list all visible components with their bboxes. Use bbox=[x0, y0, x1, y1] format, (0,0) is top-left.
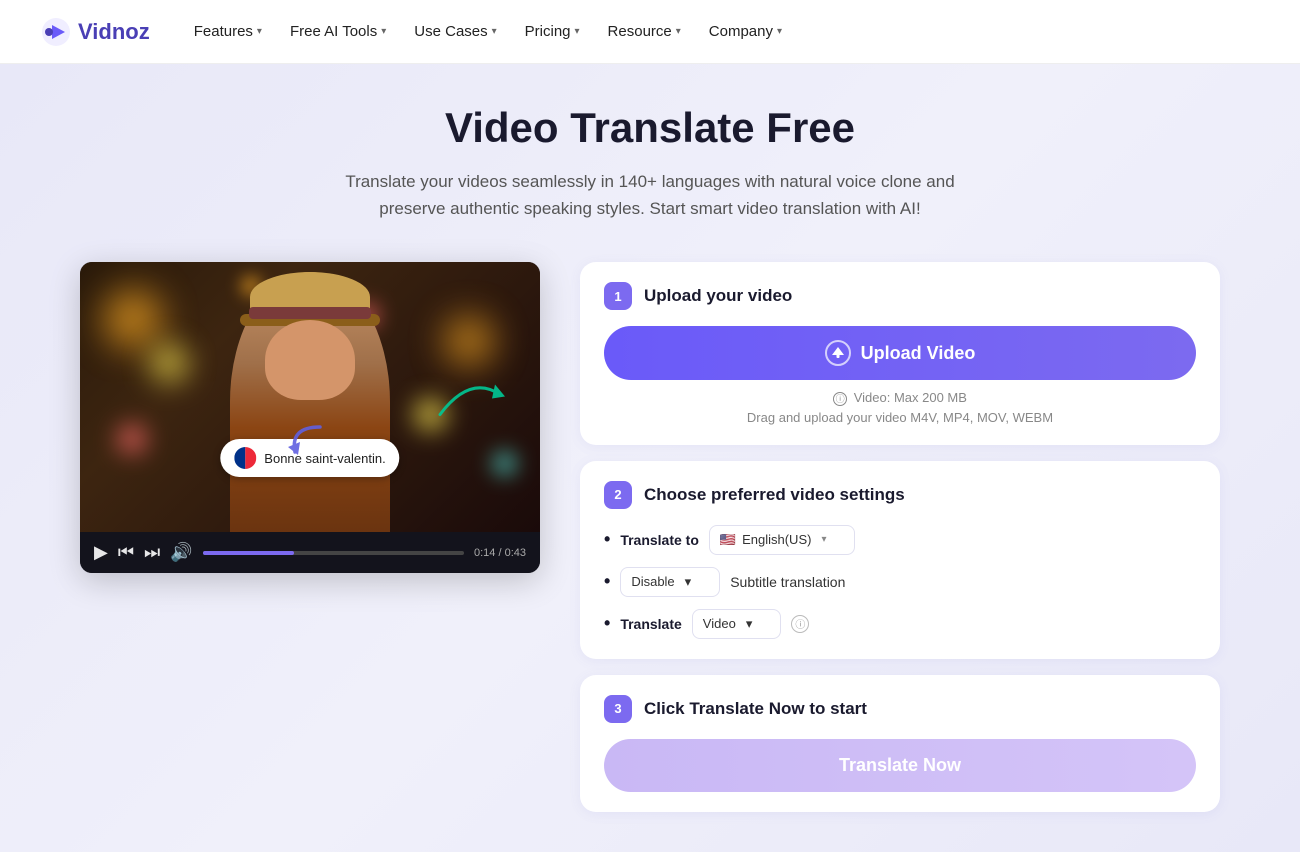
step-2-title: Choose preferred video settings bbox=[644, 485, 905, 505]
time-display: 0:14 / 0:43 bbox=[474, 547, 526, 559]
translate-video-row: • Translate Video ▾ ⓘ bbox=[604, 609, 1196, 639]
chevron-down-icon: ▾ bbox=[492, 26, 497, 37]
chevron-down-icon: ▾ bbox=[821, 534, 826, 545]
nav-item-pricing[interactable]: Pricing ▾ bbox=[513, 15, 592, 48]
chevron-down-icon: ▾ bbox=[746, 616, 753, 632]
nav-item-company[interactable]: Company ▾ bbox=[697, 15, 794, 48]
chevron-down-icon: ▾ bbox=[257, 26, 262, 37]
step-3-card: 3 Click Translate Now to start Translate… bbox=[580, 675, 1220, 812]
video-select[interactable]: Video ▾ bbox=[692, 609, 782, 639]
curved-arrow-icon bbox=[280, 417, 330, 467]
upload-icon bbox=[825, 340, 851, 366]
chevron-down-icon: ▾ bbox=[777, 26, 782, 37]
translate-now-button[interactable]: Translate Now bbox=[604, 739, 1196, 792]
flag-icon bbox=[234, 447, 256, 469]
bullet-icon: • bbox=[604, 613, 610, 634]
video-preview: Bonne saint-valentin. bbox=[80, 262, 540, 532]
main-content: Bonne saint-valentin. ▶ ⏮ ⏭ 🔊 bbox=[80, 262, 1220, 812]
info-icon: ⓘ bbox=[833, 392, 847, 406]
chevron-down-icon: ▾ bbox=[575, 26, 580, 37]
logo[interactable]: Vidnoz bbox=[40, 16, 150, 48]
step-1-number: 1 bbox=[604, 282, 632, 310]
step-3-header: 3 Click Translate Now to start bbox=[604, 695, 1196, 723]
subtitle-row: • Disable ▾ Subtitle translation bbox=[604, 567, 1196, 597]
nav-item-use-cases[interactable]: Use Cases ▾ bbox=[402, 15, 508, 48]
skip-forward-button[interactable]: ⏭ bbox=[144, 542, 160, 563]
translate-to-label: Translate to bbox=[620, 532, 699, 548]
brand-name: Vidnoz bbox=[78, 19, 150, 45]
step-1-title: Upload your video bbox=[644, 286, 792, 306]
bullet-icon: • bbox=[604, 529, 610, 550]
language-select[interactable]: 🇺🇸 English(US) ▾ bbox=[709, 525, 856, 555]
video-player: Bonne saint-valentin. ▶ ⏮ ⏭ 🔊 bbox=[80, 262, 540, 573]
chevron-down-icon: ▾ bbox=[685, 574, 692, 590]
video-controls: ▶ ⏮ ⏭ 🔊 0:14 / 0:43 bbox=[80, 532, 540, 573]
step-3-number: 3 bbox=[604, 695, 632, 723]
step-2-number: 2 bbox=[604, 481, 632, 509]
upload-video-button[interactable]: Upload Video bbox=[604, 326, 1196, 380]
disable-select[interactable]: Disable ▾ bbox=[620, 567, 720, 597]
flag-emoji: 🇺🇸 bbox=[720, 532, 736, 548]
nav-item-features[interactable]: Features ▾ bbox=[182, 15, 274, 48]
chevron-down-icon: ▾ bbox=[676, 26, 681, 37]
language-select-wrapper: 🇺🇸 English(US) ▾ bbox=[709, 525, 856, 555]
logo-icon bbox=[40, 16, 72, 48]
page-title: Video Translate Free bbox=[80, 104, 1220, 152]
info-icon[interactable]: ⓘ bbox=[791, 615, 809, 633]
progress-fill bbox=[203, 551, 294, 555]
skip-back-button[interactable]: ⏮ bbox=[118, 542, 134, 563]
subtitle-translation-label: Subtitle translation bbox=[730, 574, 845, 590]
step-2-header: 2 Choose preferred video settings bbox=[604, 481, 1196, 509]
play-button[interactable]: ▶ bbox=[94, 542, 108, 563]
step-3-title: Click Translate Now to start bbox=[644, 699, 867, 719]
translate-to-row: • Translate to 🇺🇸 English(US) ▾ bbox=[604, 525, 1196, 555]
upload-info: ⓘ Video: Max 200 MB Drag and upload your… bbox=[604, 390, 1196, 425]
translate-label: Translate bbox=[620, 616, 681, 632]
bullet-icon: • bbox=[604, 571, 610, 592]
step-1-card: 1 Upload your video Upload Video ⓘ bbox=[580, 262, 1220, 445]
volume-button[interactable]: 🔊 bbox=[170, 542, 192, 563]
hero-subtitle: Translate your videos seamlessly in 140+… bbox=[310, 168, 990, 222]
hero-section: Video Translate Free Translate your vide… bbox=[0, 64, 1300, 852]
nav-item-resource[interactable]: Resource ▾ bbox=[596, 15, 693, 48]
arrow-icon bbox=[430, 365, 510, 425]
progress-bar[interactable] bbox=[203, 551, 464, 555]
chevron-down-icon: ▾ bbox=[381, 26, 386, 37]
steps-panel: 1 Upload your video Upload Video ⓘ bbox=[580, 262, 1220, 812]
navbar: Vidnoz Features ▾ Free AI Tools ▾ Use Ca… bbox=[0, 0, 1300, 64]
step-1-header: 1 Upload your video bbox=[604, 282, 1196, 310]
nav-item-free-ai-tools[interactable]: Free AI Tools ▾ bbox=[278, 15, 398, 48]
nav-menu: Features ▾ Free AI Tools ▾ Use Cases ▾ P… bbox=[182, 15, 794, 48]
step-2-card: 2 Choose preferred video settings • Tran… bbox=[580, 461, 1220, 659]
